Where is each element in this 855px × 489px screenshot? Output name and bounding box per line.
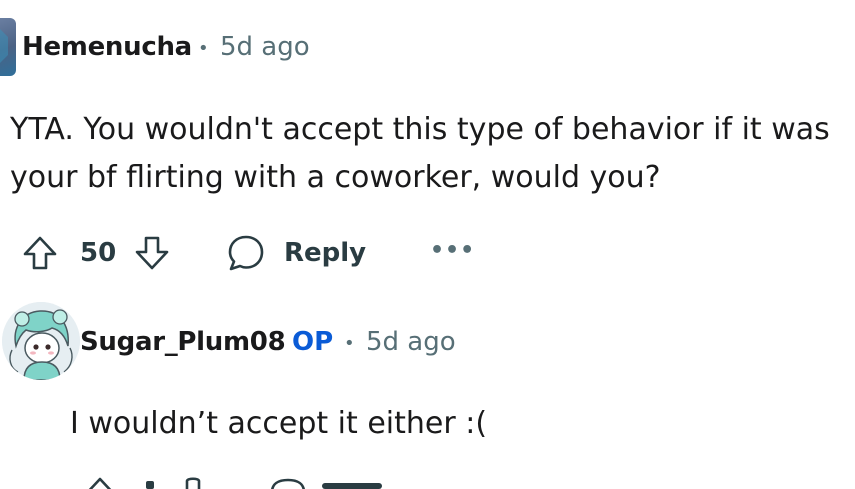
user-avatar[interactable] <box>0 18 16 76</box>
reply-label: Reply <box>284 238 367 268</box>
comment-thread: Hemenucha • 5d ago YTA. You wouldn't acc… <box>0 0 855 489</box>
comment-body-line-2: your bf flirting with a coworker, would … <box>10 160 661 195</box>
comment-body-line-1: YTA. You wouldn't accept this type of be… <box>10 112 830 147</box>
upvote-icon[interactable] <box>80 474 120 489</box>
reply-button[interactable]: Reply <box>226 231 366 275</box>
comment-bubble-icon[interactable] <box>268 476 308 489</box>
vote-count: 50 <box>80 238 117 268</box>
user-avatar[interactable] <box>2 302 80 380</box>
comment-timestamp[interactable]: 5d ago <box>366 327 456 357</box>
upvote-icon[interactable] <box>20 233 60 273</box>
comment-timestamp[interactable]: 5d ago <box>220 32 310 62</box>
op-badge: OP <box>292 327 334 357</box>
reply-label[interactable] <box>322 483 382 489</box>
meta-separator: • <box>198 38 209 59</box>
meta-separator: • <box>344 333 355 354</box>
comment-actions: 50 <box>20 231 172 275</box>
comment-author[interactable]: Sugar_Plum08 <box>80 327 286 357</box>
comment-bubble-icon <box>226 233 266 273</box>
downvote-icon[interactable] <box>178 474 208 489</box>
comment-author[interactable]: Hemenucha <box>22 32 192 62</box>
vote-count <box>146 481 154 489</box>
downvote-icon[interactable] <box>132 233 172 273</box>
comment-body: I wouldn’t accept it either :( <box>70 406 488 441</box>
more-options-icon[interactable]: ••• <box>430 238 475 263</box>
